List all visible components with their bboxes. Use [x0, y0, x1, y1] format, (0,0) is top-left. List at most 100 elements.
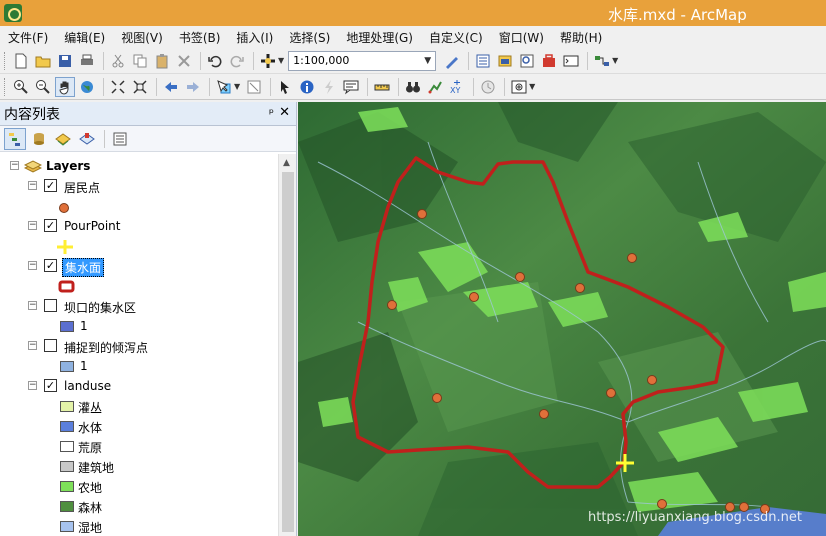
scroll-up-icon[interactable]: ▲	[283, 158, 290, 168]
list-by-source-icon[interactable]	[28, 128, 50, 150]
settlement-point[interactable]	[387, 300, 397, 310]
copy-icon[interactable]	[130, 51, 150, 71]
menu-customize[interactable]: 自定义(C)	[429, 29, 483, 46]
layers-root-row[interactable]: − Layers	[0, 156, 278, 176]
layer-row-pourpoint[interactable]: − ✓ PourPoint	[0, 216, 278, 236]
close-icon[interactable]: ✕	[279, 105, 290, 120]
clear-selection-icon[interactable]	[244, 77, 264, 97]
save-icon[interactable]	[55, 51, 75, 71]
table-of-contents-icon[interactable]	[473, 51, 493, 71]
fixed-zoom-in-icon[interactable]	[108, 77, 128, 97]
menu-help[interactable]: 帮助(H)	[560, 29, 602, 46]
full-extent-globe-icon[interactable]	[77, 77, 97, 97]
toolbar-grip[interactable]	[4, 77, 7, 96]
settlement-point[interactable]	[417, 209, 427, 219]
new-document-icon[interactable]	[11, 51, 31, 71]
layer-row-landuse[interactable]: − ✓ landuse	[0, 376, 278, 396]
menu-bookmarks[interactable]: 书签(B)	[179, 29, 221, 46]
search-window-icon[interactable]	[517, 51, 537, 71]
settlement-point[interactable]	[515, 272, 525, 282]
settlement-point[interactable]	[627, 253, 637, 263]
hyperlink-lightning-icon[interactable]	[319, 77, 339, 97]
toc-vertical-scrollbar[interactable]: ▲	[278, 154, 296, 536]
collapse-icon[interactable]: −	[28, 261, 37, 270]
chevron-down-icon[interactable]: ▼	[424, 56, 431, 66]
menu-file[interactable]: 文件(F)	[8, 29, 48, 46]
redo-icon[interactable]	[227, 51, 247, 71]
collapse-icon[interactable]: −	[10, 161, 19, 170]
measure-icon[interactable]	[372, 77, 392, 97]
toolbar-grip[interactable]	[4, 51, 7, 70]
layer-row-watershed-polygon[interactable]: − ✓ 集水面	[0, 256, 278, 277]
layer-visibility-checkbox[interactable]: ✓	[44, 259, 57, 272]
list-by-drawing-order-icon[interactable]	[4, 127, 26, 150]
delete-icon[interactable]	[174, 51, 194, 71]
layer-row-settlements[interactable]: − ✓ 居民点	[0, 176, 278, 196]
editor-toolbar-icon[interactable]	[442, 51, 462, 71]
create-viewer-window-icon[interactable]	[509, 77, 529, 97]
collapse-icon[interactable]: −	[28, 181, 37, 190]
map-display[interactable]	[298, 102, 826, 536]
settlement-point[interactable]	[539, 409, 549, 419]
back-extent-icon[interactable]	[161, 77, 181, 97]
settlement-point[interactable]	[647, 375, 657, 385]
settlement-point[interactable]	[432, 393, 442, 403]
settlement-point[interactable]	[606, 388, 616, 398]
arctoolbox-icon[interactable]	[539, 51, 559, 71]
collapse-icon[interactable]: −	[28, 341, 37, 350]
layer-visibility-checkbox[interactable]	[44, 339, 57, 352]
select-dropdown-icon[interactable]: ▼	[234, 82, 240, 91]
layer-visibility-checkbox[interactable]: ✓	[44, 219, 57, 232]
find-binoculars-icon[interactable]	[403, 77, 423, 97]
menu-selection[interactable]: 选择(S)	[289, 29, 330, 46]
collapse-icon[interactable]: −	[28, 221, 37, 230]
list-by-visibility-icon[interactable]	[52, 128, 74, 150]
layer-row-dam-catchment[interactable]: − 坝口的集水区	[0, 296, 278, 316]
time-slider-icon[interactable]	[478, 77, 498, 97]
fixed-zoom-out-icon[interactable]	[130, 77, 150, 97]
html-popup-icon[interactable]	[341, 77, 361, 97]
collapse-icon[interactable]: −	[28, 381, 37, 390]
print-icon[interactable]	[77, 51, 97, 71]
settlement-point[interactable]	[657, 499, 667, 509]
pan-hand-icon[interactable]	[55, 76, 75, 97]
undo-icon[interactable]	[205, 51, 225, 71]
zoom-out-icon[interactable]	[33, 77, 53, 97]
menu-view[interactable]: 视图(V)	[121, 29, 163, 46]
cut-icon[interactable]	[108, 51, 128, 71]
python-window-icon[interactable]	[561, 51, 581, 71]
select-elements-icon[interactable]	[275, 77, 295, 97]
settlement-point[interactable]	[469, 292, 479, 302]
zoom-in-icon[interactable]	[11, 77, 31, 97]
layer-visibility-checkbox[interactable]: ✓	[44, 379, 57, 392]
toolbar-overflow-icon[interactable]: ▼	[529, 82, 535, 91]
layer-visibility-checkbox[interactable]: ✓	[44, 179, 57, 192]
scrollbar-thumb[interactable]	[282, 172, 294, 532]
forward-extent-icon[interactable]	[183, 77, 203, 97]
pin-icon[interactable]: ᵖ	[269, 106, 274, 120]
map-scale-combobox[interactable]: 1:100,000 ▼	[288, 50, 437, 71]
settlement-point[interactable]	[575, 283, 585, 293]
paste-icon[interactable]	[152, 51, 172, 71]
toc-options-icon[interactable]	[109, 128, 131, 150]
toolbar-overflow-icon[interactable]: ▼	[612, 56, 618, 65]
arcmap-app-icon[interactable]	[4, 4, 22, 22]
find-route-icon[interactable]	[425, 77, 445, 97]
menu-edit[interactable]: 编辑(E)	[64, 29, 105, 46]
open-folder-icon[interactable]	[33, 51, 53, 71]
modelbuilder-icon[interactable]	[592, 51, 612, 71]
collapse-icon[interactable]: −	[28, 301, 37, 310]
menu-geoprocessing[interactable]: 地理处理(G)	[346, 29, 413, 46]
select-features-icon[interactable]	[214, 77, 234, 97]
menu-windows[interactable]: 窗口(W)	[499, 29, 544, 46]
add-data-dropdown-icon[interactable]: ▼	[278, 56, 284, 65]
title-bar: 水库.mxd - ArcMap	[0, 0, 826, 26]
add-data-icon[interactable]	[258, 51, 278, 71]
identify-icon[interactable]	[297, 77, 317, 97]
menu-insert[interactable]: 插入(I)	[236, 29, 273, 46]
go-to-xy-icon[interactable]: XY	[447, 77, 467, 97]
list-by-selection-icon[interactable]	[76, 128, 98, 150]
layer-visibility-checkbox[interactable]	[44, 299, 57, 312]
layer-row-snapped-pour-point[interactable]: − 捕捉到的倾泻点	[0, 336, 278, 356]
catalog-icon[interactable]	[495, 51, 515, 71]
